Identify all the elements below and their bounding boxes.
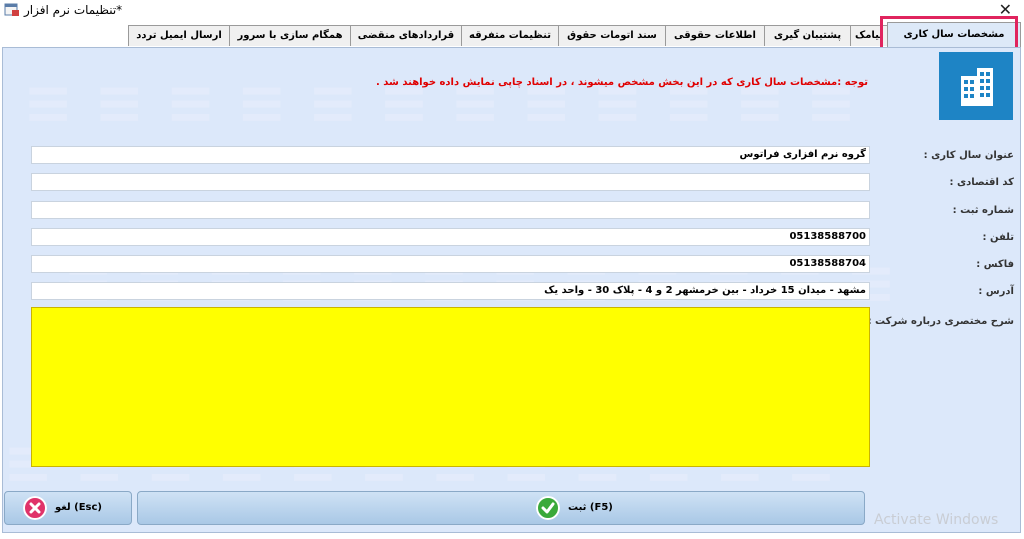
tab-misc-settings[interactable]: تنظیمات متفرقه: [461, 25, 559, 46]
active-tab-highlight: [880, 16, 1018, 50]
window-title: تنظیمات نرم افزار*: [24, 3, 123, 17]
activate-windows-watermark: Activate Windows: [874, 512, 999, 528]
tab-send-traffic-email[interactable]: ارسال ایمیل تردد: [128, 25, 230, 46]
economic-code-label: کد اقتصادی :: [949, 177, 1014, 188]
tab-server-sync[interactable]: همگام سازی با سرور: [229, 25, 351, 46]
phone-label: تلفن :: [982, 232, 1014, 243]
building-logo-icon: [939, 52, 1013, 120]
address-field[interactable]: مشهد - میدان 15 خرداد - بین خرمشهر 2 و 4…: [31, 282, 870, 300]
title-bar: تنظیمات نرم افزار* ✕: [0, 0, 1024, 21]
checkmark-icon: [536, 496, 560, 520]
company-title-label: عنوان سال کاری :: [923, 150, 1014, 161]
economic-code-field[interactable]: [31, 173, 870, 191]
tab-backup[interactable]: پشتیبان گیری: [764, 25, 851, 46]
tab-strip: ارسال ایمیل تردد همگام سازی با سرور قرار…: [0, 22, 1024, 47]
notice-text: توجه :مشخصات سال کاری که در این بخش مشخص…: [375, 77, 868, 88]
tab-payroll-info[interactable]: اطلاعات حقوقی: [665, 25, 765, 46]
registration-number-label: شماره ثبت :: [952, 205, 1014, 216]
company-title-field[interactable]: گروه نرم افزاری فراتوس: [31, 146, 870, 164]
submit-button[interactable]: ثبت (F5): [137, 491, 865, 525]
app-icon: [4, 3, 19, 16]
tab-auto-payroll-document[interactable]: سند اتومات حقوق: [558, 25, 666, 46]
cancel-button-label: لغو (Esc): [55, 502, 103, 513]
fax-field[interactable]: 05138588704: [31, 255, 870, 273]
cancel-x-icon: [23, 496, 47, 520]
fax-label: فاکس :: [976, 259, 1014, 270]
company-description-textarea[interactable]: [31, 307, 870, 467]
address-label: آدرس :: [978, 286, 1014, 297]
submit-button-label: ثبت (F5): [568, 502, 613, 513]
tab-expired-contracts[interactable]: قراردادهای منقضی: [350, 25, 462, 46]
cancel-button[interactable]: لغو (Esc): [4, 491, 132, 525]
registration-number-field[interactable]: [31, 201, 870, 219]
phone-field[interactable]: 05138588700: [31, 228, 870, 246]
description-label: شرح مختصری درباره شرکت :: [867, 316, 1014, 327]
